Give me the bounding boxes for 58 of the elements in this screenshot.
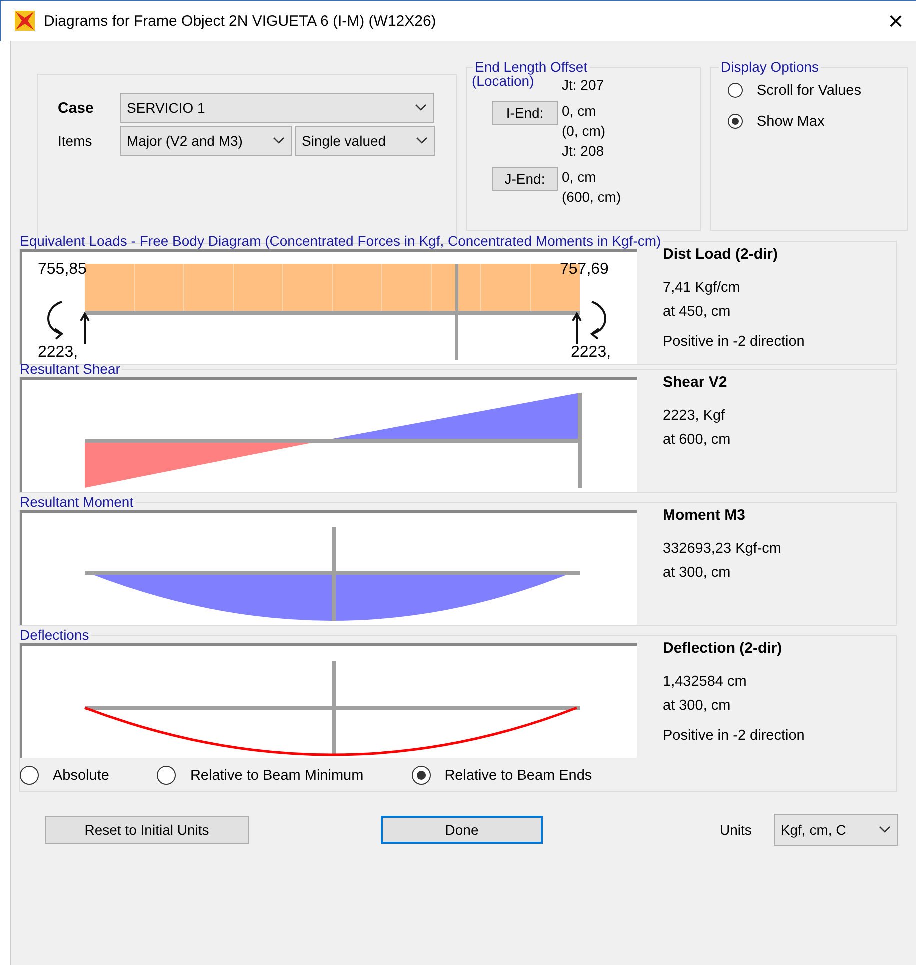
items-dropdown[interactable]: Major (V2 and M3) [120,126,292,156]
result-heading: Deflection (2-dir) [663,640,784,657]
result-value: 332693,23 Kgf-cm [663,540,782,559]
result-value: at 450, cm [663,303,732,322]
valuation-dropdown[interactable]: Single valued [295,126,435,156]
radio-button[interactable] [728,114,743,129]
result-value: Positive in -2 direction [663,333,805,352]
done-button[interactable]: Done [381,816,543,844]
end-force-value: 2223, [571,344,612,362]
group-title: Resultant Shear [19,361,122,377]
group-title: Display Options [720,59,820,75]
radio-button[interactable] [412,766,431,785]
result-value: at 600, cm [663,431,731,450]
group-title: End Length Offset [474,59,589,75]
reset-button[interactable]: Reset to Initial Units [45,816,249,844]
offset-value: 0, cm [562,102,598,121]
field-label: Units [720,822,752,838]
result-value: at 300, cm [663,564,732,583]
result-heading: Dist Load (2-dir) [663,246,779,263]
end-button[interactable]: J-End: [492,167,558,191]
radio-button[interactable] [20,766,39,785]
result-heading: Shear V2 [663,374,728,391]
result-value: 2223, Kgf [663,407,726,426]
result-value: 1,432584 cm [663,673,748,692]
app-icon [14,10,36,32]
location-value: (600, cm) [562,188,622,207]
group-title: Deflections [19,627,90,643]
radio-label[interactable]: Absolute [53,768,110,784]
end-force-value: 2223, [38,344,78,362]
field-label: Items [58,133,94,149]
radio-button[interactable] [157,766,176,785]
end-button[interactable]: I-End: [492,101,558,125]
radio-label[interactable]: Relative to Beam Minimum [190,768,364,784]
caret-icon [416,137,428,145]
group-title: Equivalent Loads - Free Body Diagram (Concentrated Forces in Kgf, Concentrated Moments in Kgf-cm) [19,233,662,249]
caret-icon [878,826,891,834]
result-value: 7,41 Kgf/cm [663,279,742,298]
window-title: Diagrams for Frame Object 2N VIGUETA 6 (I-M) (W12X26) [44,12,438,30]
close-button[interactable]: × [876,6,916,36]
result-value: Positive in -2 direction [663,727,805,746]
units-dropdown[interactable]: Kgf, cm, C [774,814,898,846]
radio-label[interactable]: Relative to Beam Ends [444,768,592,784]
joint-label: Jt: 208 [562,142,606,161]
case-dropdown[interactable]: SERVICIO 1 [120,93,434,123]
result-heading: Moment M3 [663,507,746,524]
joint-label: Jt: 207 [562,76,606,95]
radio-label[interactable]: Scroll for Values [757,82,862,98]
caret-icon [415,104,427,112]
offset-value: 0, cm [562,168,598,187]
location-value: (0, cm) [562,122,607,141]
field-label: Case [58,100,95,116]
end-force-value: 755,85 [38,261,87,279]
group-title: Resultant Moment [19,494,135,510]
radio-button[interactable] [728,83,743,98]
caret-icon [273,137,285,145]
radio-label[interactable]: Show Max [757,114,825,130]
result-value: at 300, cm [663,697,732,716]
end-force-value: 757,69 [560,261,609,279]
